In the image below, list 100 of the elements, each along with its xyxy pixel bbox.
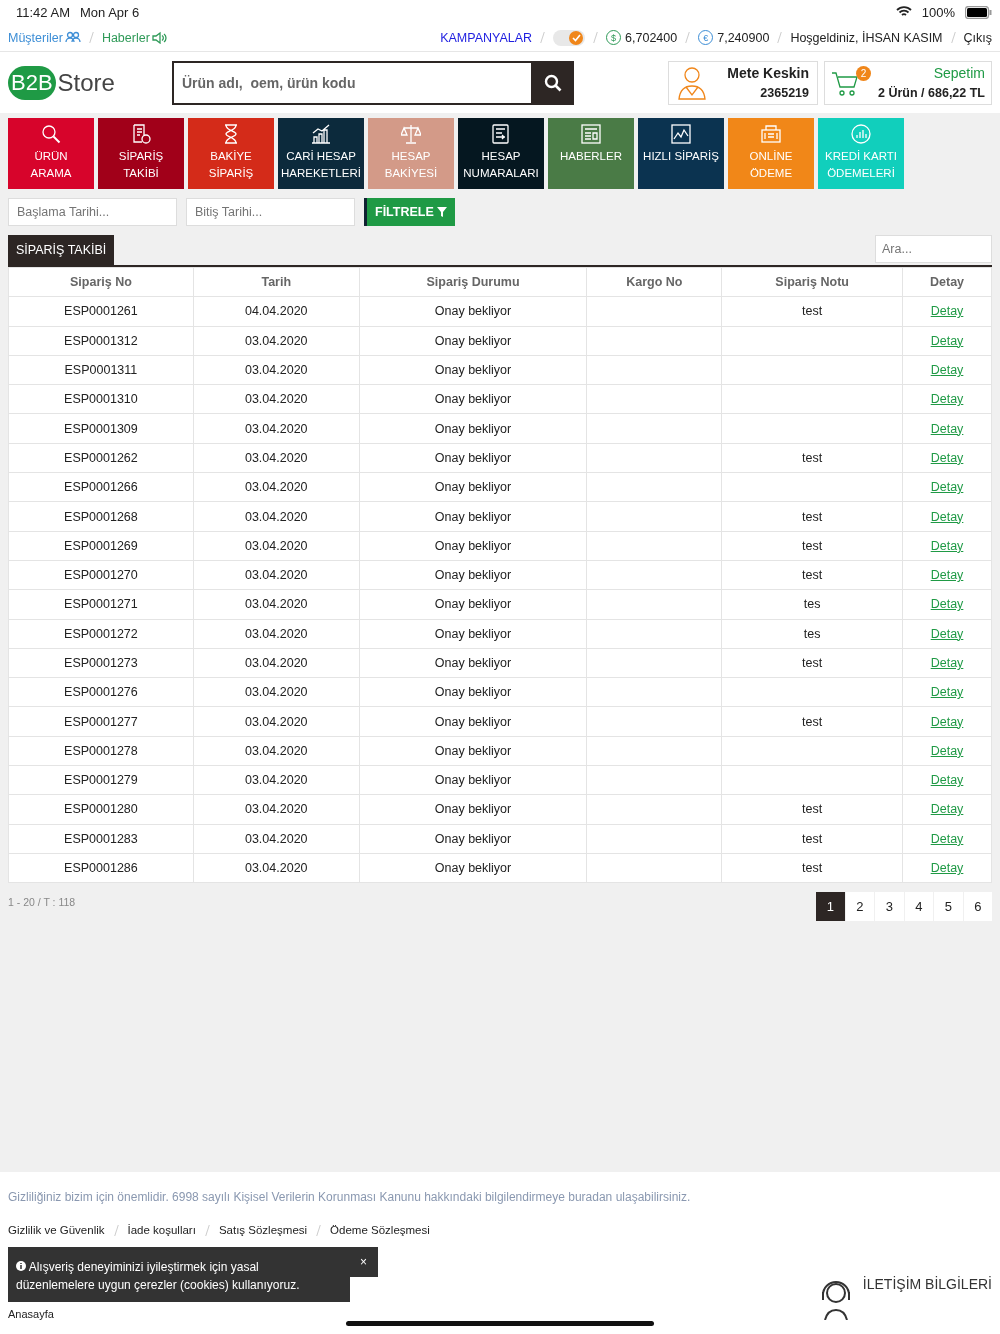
detail-link[interactable]: Detay: [930, 626, 964, 641]
bar-chart-icon: [311, 124, 331, 144]
footer-link[interactable]: Ödeme Sözleşmesi: [330, 1224, 430, 1236]
top-link[interactable]: Müşteriler: [8, 30, 81, 45]
campaigns-link[interactable]: KAMPANYALAR: [440, 30, 533, 45]
page-button[interactable]: 2: [845, 892, 874, 922]
table-cell: ESP0001268: [8, 501, 194, 532]
detail-link[interactable]: Detay: [930, 421, 964, 436]
page-button[interactable]: 6: [963, 892, 992, 922]
table-cell: ESP0001279: [8, 765, 194, 795]
toggle-switch[interactable]: [553, 29, 586, 46]
menu-tile[interactable]: BAKİYE SİPARİŞ: [188, 118, 274, 189]
table-cell: test: [721, 531, 903, 561]
tile-label: BAKİYESİ: [384, 166, 438, 181]
table-cell: ESP0001270: [8, 560, 194, 590]
detail-link[interactable]: Detay: [930, 392, 964, 407]
detail-link[interactable]: Detay: [930, 685, 964, 700]
tile-label: HABERLER: [560, 149, 622, 164]
tile-label: ONLİNE: [749, 149, 793, 164]
table-cell: Onay bekliyor: [359, 853, 587, 883]
list-icon: [491, 124, 511, 144]
footer-link[interactable]: Gizlilik ve Güvenlik: [8, 1224, 105, 1236]
tile-label: SİPARİŞ: [208, 166, 254, 181]
table-cell: test: [721, 794, 903, 825]
table-cell: 03.04.2020: [193, 677, 360, 707]
speaker-icon: [151, 31, 168, 44]
cart-title: Sepetim: [933, 65, 985, 81]
detail-link[interactable]: Detay: [930, 568, 964, 583]
search-icon: [543, 73, 562, 92]
top-link[interactable]: Haberler: [101, 30, 168, 45]
table-cell: Onay bekliyor: [359, 619, 587, 649]
search-button[interactable]: [531, 60, 574, 105]
menu-tile[interactable]: ONLİNE ÖDEME: [728, 118, 814, 189]
newspaper-icon: [581, 124, 601, 144]
menu-tile[interactable]: HIZLI SİPARİŞ: [638, 118, 724, 189]
table-cell: 03.04.2020: [193, 443, 360, 473]
menu-tile[interactable]: HESAP BAKİYESİ: [368, 118, 454, 189]
table-cell: test: [721, 853, 903, 883]
user-card[interactable]: Mete Keskin 2365219: [668, 60, 818, 105]
page-button[interactable]: 5: [934, 892, 963, 922]
table-cell: ESP0001266: [8, 472, 194, 502]
table-cell: Onay bekliyor: [359, 296, 587, 327]
table-cell: Onay bekliyor: [359, 736, 587, 766]
funnel-icon: [436, 207, 447, 217]
menu-tile[interactable]: ÜRÜN ARAMA: [8, 118, 94, 189]
check-icon: [571, 33, 581, 42]
table-cell: ESP0001278: [8, 736, 194, 766]
filter-button[interactable]: FİLTRELE: [364, 198, 455, 226]
close-button[interactable]: ×: [349, 1247, 378, 1277]
menu-tile[interactable]: KREDİ KARTI ÖDEMELERİ: [818, 118, 904, 189]
detail-link[interactable]: Detay: [930, 538, 964, 553]
detail-link[interactable]: Detay: [930, 714, 964, 729]
detail-link[interactable]: Detay: [930, 831, 964, 846]
footer-link[interactable]: Satış Sözleşmesi: [218, 1224, 308, 1236]
menu-tile[interactable]: CARİ HESAP HAREKETLERİ: [278, 118, 364, 189]
detail-link[interactable]: Detay: [930, 802, 964, 817]
table-cell: test: [721, 824, 903, 854]
table-cell: 03.04.2020: [193, 355, 360, 385]
date-field[interactable]: Başlama Tarihi...: [8, 198, 177, 226]
battery-percent: 100%: [921, 4, 955, 20]
tab[interactable]: SİPARİŞ TAKİBİ: [8, 235, 115, 265]
column-header: Sipariş No: [8, 267, 194, 297]
tile-label: ÖDEME: [749, 166, 793, 181]
table-cell: Onay bekliyor: [359, 355, 587, 385]
footer-link[interactable]: İade koşulları: [127, 1224, 196, 1236]
privacy-notice: Gizliliğiniz bizim için önemlidir. 6998 sayılı Kişisel Verilerin Korunması Kanunu hakkındaki bilgilendirmeye buradan ulaşabilirsiniz.: [8, 1190, 692, 1204]
detail-link[interactable]: Detay: [930, 304, 964, 319]
table-cell: ESP0001272: [8, 619, 194, 649]
tile-label: SİPARİŞ: [118, 149, 164, 164]
table-cell: 03.04.2020: [193, 414, 360, 444]
logout-link[interactable]: Çıkış: [963, 30, 992, 45]
table-cell: 03.04.2020: [193, 589, 360, 620]
menu-tile[interactable]: HESAP NUMARALARI: [458, 118, 544, 189]
detail-link[interactable]: Detay: [930, 450, 964, 465]
detail-link[interactable]: Detay: [930, 363, 964, 378]
detail-link[interactable]: Detay: [930, 480, 964, 495]
detail-link[interactable]: Detay: [930, 333, 964, 348]
menu-tile[interactable]: HABERLER: [548, 118, 634, 189]
date-field[interactable]: Bitiş Tarihi...: [186, 198, 355, 226]
home-link[interactable]: Anasayfa: [8, 1308, 54, 1320]
page-button[interactable]: 4: [904, 892, 933, 922]
search-field[interactable]: Ürün adı, oem, ürün kodu: [172, 60, 531, 105]
page-button[interactable]: 3: [875, 892, 904, 922]
welcome-text: Hoşgeldiniz, İHSAN KASIM: [790, 30, 943, 45]
table-cell: ESP0001309: [8, 414, 194, 444]
status-time: 11:42 AM: [16, 4, 70, 20]
cart-card[interactable]: 2 Sepetim 2 Ürün / 686,22 TL: [824, 60, 992, 105]
detail-link[interactable]: Detay: [930, 743, 964, 758]
cart-summary: 2 Ürün / 686,22 TL: [878, 86, 985, 100]
detail-link[interactable]: Detay: [930, 509, 964, 524]
table-cell: ESP0001261: [8, 296, 194, 327]
detail-link[interactable]: Detay: [930, 861, 964, 876]
table-cell: 03.04.2020: [193, 619, 360, 649]
page-button[interactable]: 1: [816, 892, 845, 922]
detail-link[interactable]: Detay: [930, 773, 964, 788]
menu-tile[interactable]: SİPARİŞ TAKİBİ: [98, 118, 184, 189]
cookie-text: Alışveriş deneyiminizi iyileştirmek için yasal düzenlemelere uygun çerezler (cookies) kullanıyoruz.: [16, 1259, 301, 1294]
detail-link[interactable]: Detay: [930, 656, 964, 670]
detail-link[interactable]: Detay: [930, 597, 964, 612]
table-cell: 03.04.2020: [193, 384, 360, 414]
